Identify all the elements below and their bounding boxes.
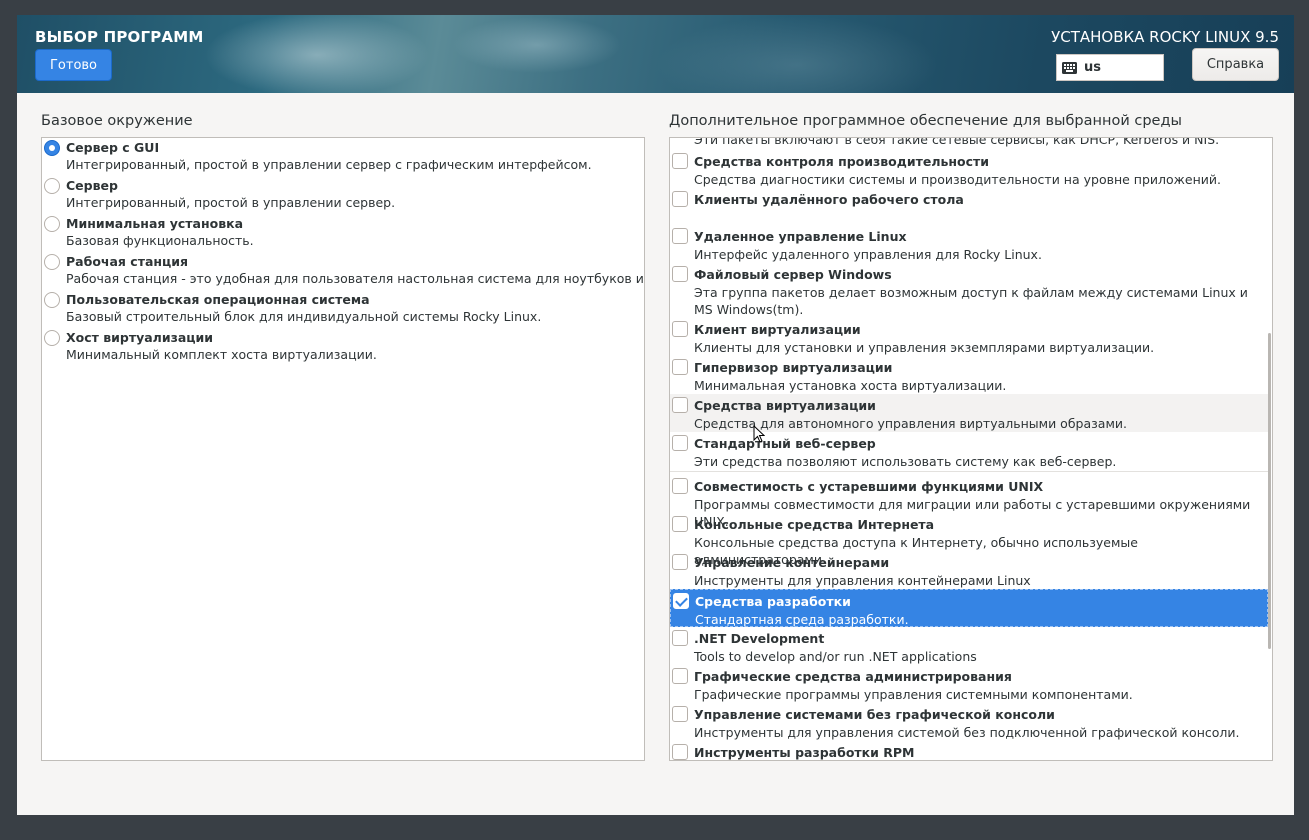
keyboard-layout-value: us — [1084, 60, 1101, 75]
addon-item-description: Графические программы управления системн… — [694, 687, 1133, 702]
checkbox[interactable] — [672, 191, 688, 207]
env-item-name: Хост виртуализации — [66, 330, 214, 345]
addon-item[interactable]: Управление контейнерами Инструменты для … — [670, 551, 1268, 589]
checkbox[interactable] — [672, 668, 688, 684]
list-separator — [670, 471, 1268, 472]
additional-software-list: Эти пакеты включают в себя такие сетевые… — [669, 137, 1273, 761]
addon-item-name: .NET Development — [694, 631, 825, 646]
installer-window: ВЫБОР ПРОГРАММ Готово УСТАНОВКА ROCKY LI… — [17, 15, 1294, 815]
env-item-server-gui[interactable]: Сервер с GUI Интегрированный, простой в … — [42, 138, 644, 176]
env-item-name: Сервер с GUI — [66, 140, 160, 155]
scrollbar[interactable] — [1268, 333, 1271, 649]
checkbox[interactable] — [672, 153, 688, 169]
page-title: ВЫБОР ПРОГРАММ — [35, 28, 204, 46]
addon-item-description: Стандартная среда разработки. — [695, 612, 909, 627]
keyboard-icon — [1062, 61, 1077, 74]
env-item-description: Рабочая станция - это удобная для пользо… — [66, 271, 645, 286]
checkbox[interactable] — [672, 478, 688, 494]
checkbox[interactable] — [672, 516, 688, 532]
addon-item-name: Инструменты разработки RPM — [694, 745, 915, 760]
checkbox-checked[interactable] — [673, 593, 689, 609]
addon-item-name: Удаленное управление Linux — [694, 229, 907, 244]
radio-button[interactable] — [44, 140, 60, 156]
addon-item-description: Клиенты для установки и управления экзем… — [694, 340, 1155, 355]
addon-item-description: Минимальная установка хоста виртуализаци… — [694, 378, 1007, 393]
addon-item-name: Управление контейнерами — [694, 555, 890, 570]
checkbox[interactable] — [672, 630, 688, 646]
addon-item-description: Инструменты для управления системой без … — [694, 725, 1240, 740]
env-item-name: Сервер — [66, 178, 118, 193]
checkbox[interactable] — [672, 397, 688, 413]
addon-item[interactable]: Удаленное управление Linux Интерфейс уда… — [670, 225, 1268, 263]
addon-item[interactable]: Инструменты разработки RPM — [670, 741, 1268, 760]
addon-item-description: Инструменты для управления контейнерами … — [694, 573, 1031, 588]
env-item-description: Базовая функциональность. — [66, 233, 254, 248]
addon-item-description: Средства для автономного управления вирт… — [694, 416, 1127, 431]
additional-software-heading: Дополнительное программное обеспечение д… — [669, 113, 1182, 129]
addon-item-name: Средства контроля производительности — [694, 154, 990, 169]
addon-item-name: Средства разработки — [695, 594, 851, 609]
addon-item[interactable]: Средства контроля производительности Сре… — [670, 150, 1268, 188]
env-item-description: Интегрированный, простой в управлении се… — [66, 195, 396, 210]
addon-item-name: Средства виртуализации — [694, 398, 876, 413]
addon-item-name: Совместимость с устаревшими функциями UN… — [694, 479, 1044, 494]
addon-item-description: Эти средства позволяют использовать сист… — [694, 454, 1117, 469]
checkbox[interactable] — [672, 321, 688, 337]
base-environment-heading: Базовое окружение — [41, 113, 193, 129]
addon-item[interactable]: Управление системами без графической кон… — [670, 703, 1268, 741]
done-button[interactable]: Готово — [35, 49, 112, 81]
addon-item-description: Эта группа пакетов делает возможным дост… — [694, 285, 1248, 317]
addon-item[interactable]: .NET Development Tools to develop and/or… — [670, 627, 1268, 665]
addon-item[interactable]: Консольные средства Интернета Консольные… — [670, 513, 1268, 567]
product-title: УСТАНОВКА ROCKY LINUX 9.5 — [1051, 28, 1279, 46]
checkbox[interactable] — [672, 706, 688, 722]
checkbox[interactable] — [672, 744, 688, 760]
addon-item-description: Интерфейс удаленного управления для Rock… — [694, 247, 1042, 262]
header-bar: ВЫБОР ПРОГРАММ Готово УСТАНОВКА ROCKY LI… — [17, 15, 1294, 93]
addon-item-description: Средства диагностики системы и производи… — [694, 172, 1222, 187]
addon-item[interactable]: Клиент виртуализации Клиенты для установ… — [670, 318, 1268, 356]
addon-item-selected[interactable]: Средства разработки Стандартная среда ра… — [670, 589, 1268, 627]
addon-item[interactable]: Файловый сервер Windows Эта группа пакет… — [670, 263, 1268, 318]
keyboard-layout-indicator[interactable]: us — [1056, 54, 1164, 81]
radio-button[interactable] — [44, 254, 60, 270]
checkbox[interactable] — [672, 266, 688, 282]
addon-item[interactable]: Гипервизор виртуализации Минимальная уст… — [670, 356, 1268, 394]
addon-item-name: Стандартный веб-сервер — [694, 436, 876, 451]
checkbox[interactable] — [672, 228, 688, 244]
radio-button[interactable] — [44, 178, 60, 194]
env-item-description: Минимальный комплект хоста виртуализации… — [66, 347, 377, 362]
radio-button[interactable] — [44, 292, 60, 308]
addon-item-name: Графические средства администрирования — [694, 669, 1012, 684]
radio-button[interactable] — [44, 216, 60, 232]
addon-item-name: Гипервизор виртуализации — [694, 360, 893, 375]
addon-item-name: Клиенты удалённого рабочего стола — [694, 192, 964, 207]
radio-button[interactable] — [44, 330, 60, 346]
addon-item[interactable]: Графические средства администрирования Г… — [670, 665, 1268, 703]
env-item-custom-os[interactable]: Пользовательская операционная система Ба… — [42, 290, 644, 328]
mouse-pointer-icon — [753, 425, 765, 443]
env-item-workstation[interactable]: Рабочая станция Рабочая станция - это уд… — [42, 252, 644, 290]
checkbox[interactable] — [672, 435, 688, 451]
addon-item-name: Файловый сервер Windows — [694, 267, 892, 282]
env-item-virtualization-host[interactable]: Хост виртуализации Минимальный комплект … — [42, 328, 644, 366]
help-button[interactable]: Справка — [1192, 48, 1279, 81]
addon-item-name: Клиент виртуализации — [694, 322, 861, 337]
env-item-description: Базовый строительный блок для индивидуал… — [66, 309, 542, 324]
env-item-name: Пользовательская операционная система — [66, 292, 370, 307]
base-environment-list: Сервер с GUI Интегрированный, простой в … — [41, 137, 645, 761]
env-item-description: Интегрированный, простой в управлении се… — [66, 157, 592, 172]
addon-partial-description: Эти пакеты включают в себя такие сетевые… — [694, 137, 1220, 147]
checkbox[interactable] — [672, 554, 688, 570]
env-item-minimal[interactable]: Минимальная установка Базовая функционал… — [42, 214, 644, 252]
addon-item[interactable]: Совместимость с устаревшими функциями UN… — [670, 475, 1268, 529]
addon-item-description: Tools to develop and/or run .NET applica… — [694, 649, 977, 664]
addon-item[interactable]: Клиенты удалённого рабочего стола — [670, 188, 1268, 225]
checkbox[interactable] — [672, 359, 688, 375]
addon-item-name: Управление системами без графической кон… — [694, 707, 1055, 722]
env-item-name: Минимальная установка — [66, 216, 244, 231]
env-item-name: Рабочая станция — [66, 254, 189, 269]
env-item-server[interactable]: Сервер Интегрированный, простой в управл… — [42, 176, 644, 214]
addon-item-name: Консольные средства Интернета — [694, 517, 935, 532]
